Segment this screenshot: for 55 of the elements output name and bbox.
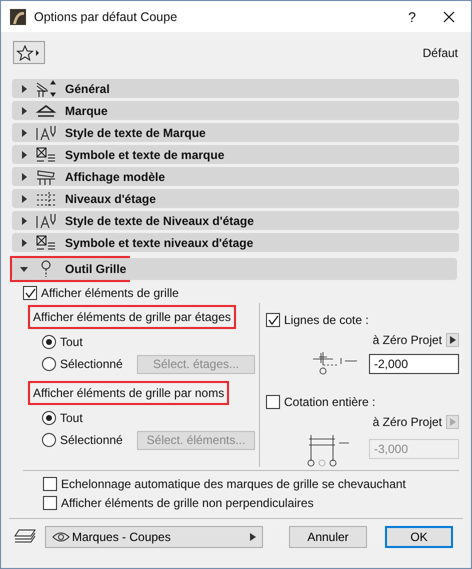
- settings-drawing-icon: [35, 80, 57, 98]
- caret-icon: [20, 238, 28, 246]
- favorites-button[interactable]: [13, 41, 45, 64]
- section-header[interactable]: Symbole et texte niveaux d'étage: [12, 233, 459, 252]
- caret-icon: [20, 106, 28, 114]
- eye-icon: [52, 532, 70, 542]
- text-style-icon: [35, 124, 57, 142]
- text-style-icon: [35, 212, 57, 230]
- reference-label: à Zéro Projet: [372, 333, 442, 347]
- section-header[interactable]: Style de texte de Marque: [12, 123, 459, 142]
- section-header[interactable]: Niveaux d'étage: [12, 189, 459, 208]
- option-checkbox[interactable]: Echelonnage automatique des marques de grille se chevauchant: [43, 477, 459, 491]
- elevation-field[interactable]: -2,000: [369, 354, 459, 374]
- app-icon: [10, 8, 26, 24]
- star-icon: [16, 44, 42, 62]
- window-title: Options par défaut Coupe: [34, 10, 178, 24]
- reference-label: à Zéro Projet: [372, 415, 442, 429]
- caret-icon: [450, 418, 456, 426]
- ok-button[interactable]: OK: [385, 526, 453, 548]
- caret-icon: [450, 336, 456, 344]
- layer-dropdown[interactable]: Marques - Coupes: [45, 526, 263, 548]
- radio-button[interactable]: Sélectionné: [42, 433, 123, 447]
- close-icon[interactable]: [443, 10, 455, 22]
- model-icon: [35, 168, 57, 186]
- section-header[interactable]: Général: [12, 79, 459, 98]
- cancel-button[interactable]: Annuler: [289, 526, 367, 548]
- radio-button[interactable]: Tout: [42, 411, 83, 425]
- section-header[interactable]: Affichage modèle: [12, 167, 459, 186]
- radio-button[interactable]: Sélectionné: [42, 357, 123, 371]
- caret-icon: [20, 216, 28, 224]
- caret-icon: [20, 194, 28, 202]
- show-grid-checkbox[interactable]: Afficher éléments de grille: [23, 286, 459, 300]
- caret-icon: [20, 128, 28, 136]
- help-button[interactable]: ?: [389, 8, 435, 24]
- section-header[interactable]: Style de texte de Niveaux d'étage: [12, 211, 459, 230]
- section-header[interactable]: Outil Grille: [12, 258, 457, 280]
- reference-menu-button[interactable]: [446, 333, 459, 347]
- symbol-icon: [35, 146, 57, 164]
- levels-icon: [35, 190, 57, 208]
- symbol-icon: [35, 234, 57, 252]
- option-checkbox[interactable]: Afficher éléments de grille non perpendiculaires: [43, 496, 459, 510]
- section-header[interactable]: Symbole et texte de marque: [12, 145, 459, 164]
- check-icon: [24, 288, 36, 298]
- check-icon: [268, 314, 278, 326]
- caret-icon: [20, 172, 28, 180]
- dimension-checkbox[interactable]: Lignes de cote :: [266, 313, 459, 327]
- section-header[interactable]: Marque: [12, 101, 459, 120]
- caret-icon: [20, 265, 28, 273]
- radio-button[interactable]: Tout: [42, 335, 83, 349]
- group-title: Afficher éléments de grille par noms: [28, 381, 230, 405]
- preset-name: Défaut: [422, 46, 458, 60]
- caret-icon: [250, 533, 256, 541]
- caret-icon: [20, 150, 28, 158]
- group-title: Afficher éléments de grille par étages: [28, 305, 236, 329]
- caret-icon: [20, 84, 28, 92]
